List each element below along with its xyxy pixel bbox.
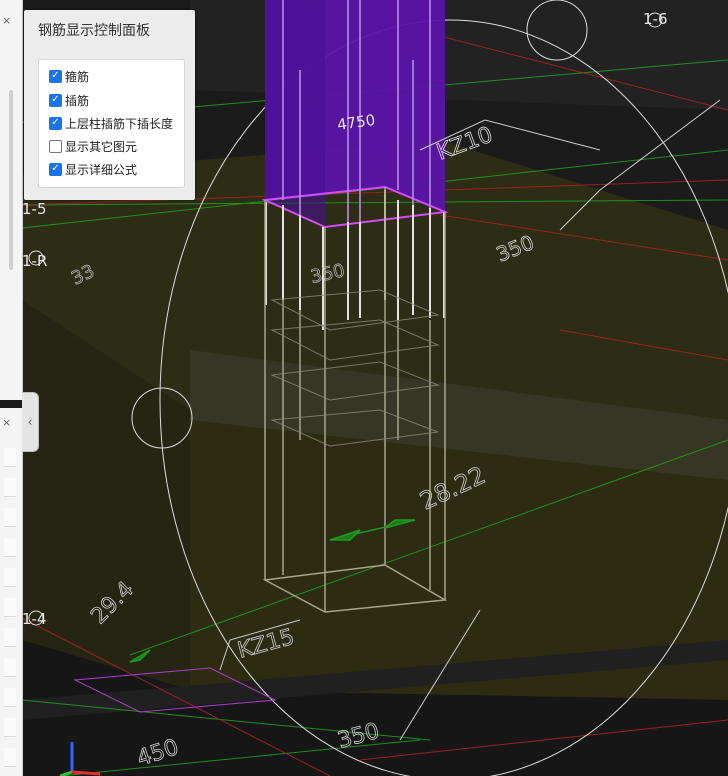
left-dock-panel-bottom: × (0, 408, 23, 776)
scrollbar[interactable] (9, 90, 13, 270)
left-dock-panel-top: × (0, 0, 23, 400)
list-item[interactable] (4, 688, 16, 707)
close-icon[interactable]: × (2, 416, 11, 429)
option-other-elements[interactable]: 显示其它图元 (49, 137, 137, 155)
list-item[interactable] (4, 448, 16, 467)
list-item[interactable] (4, 628, 16, 647)
list-item[interactable] (4, 568, 16, 587)
list-item[interactable] (4, 658, 16, 677)
chevron-left-icon: ‹ (27, 415, 33, 429)
stirrup-checkbox[interactable]: ✓ (49, 69, 62, 83)
upper-dowel-length-checkbox[interactable]: ✓ (49, 116, 62, 130)
option-stirrup[interactable]: ✓ 箍筋 (49, 67, 89, 85)
axis-label-1-5: 1-5 (22, 200, 47, 218)
other-elements-checkbox[interactable] (49, 139, 62, 153)
option-label: 插筋 (65, 93, 90, 108)
list-item[interactable] (4, 538, 16, 557)
detailed-formula-checkbox[interactable]: ✓ (49, 162, 62, 176)
panel-title: 钢筋显示控制面板 (38, 23, 150, 39)
option-label: 显示详细公式 (65, 162, 138, 177)
list-item[interactable] (4, 598, 16, 617)
list-item[interactable] (4, 478, 16, 497)
axis-label-1-4: 1-4 (22, 610, 47, 628)
rebar-display-control-panel: 钢筋显示控制面板 ✓ 箍筋 ✓ 插筋 ✓ 上层柱插筋下插长度 显示其它图元 ✓ … (24, 10, 195, 200)
collapse-panel-button[interactable]: ‹ (22, 392, 39, 452)
list-item[interactable] (4, 718, 16, 737)
list-item[interactable] (4, 748, 16, 767)
option-label: 上层柱插筋下插长度 (65, 116, 174, 131)
option-dowel[interactable]: ✓ 插筋 (49, 91, 89, 109)
axis-label-1-6: 1-6 (643, 10, 668, 28)
option-label: 箍筋 (65, 69, 90, 84)
option-detailed-formula[interactable]: ✓ 显示详细公式 (49, 160, 137, 178)
axis-label-1-r: 1-R (22, 252, 48, 270)
close-icon[interactable]: × (2, 14, 11, 27)
dowel-checkbox[interactable]: ✓ (49, 93, 62, 107)
option-label: 显示其它图元 (65, 139, 138, 154)
option-upper-dowel-length[interactable]: ✓ 上层柱插筋下插长度 (49, 114, 173, 132)
list-item[interactable] (4, 508, 16, 527)
options-box: ✓ 箍筋 ✓ 插筋 ✓ 上层柱插筋下插长度 显示其它图元 ✓ 显示详细公式 (38, 59, 185, 188)
